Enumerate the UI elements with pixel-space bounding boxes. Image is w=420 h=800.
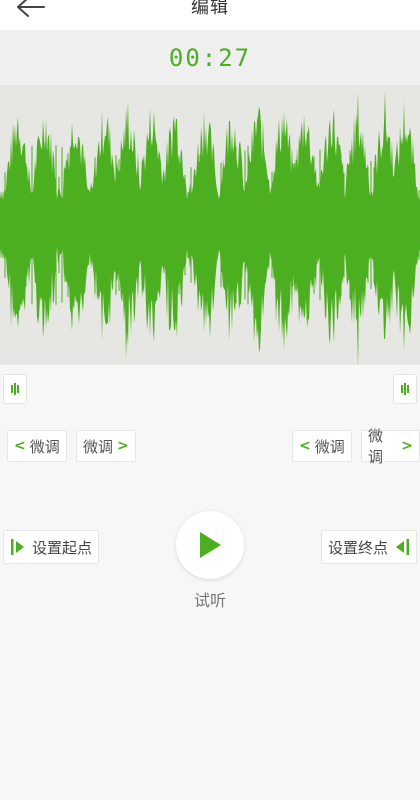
chevron-left-icon: < [14, 438, 26, 454]
start-handle[interactable] [3, 374, 27, 404]
waveform-area[interactable] [0, 85, 420, 365]
chevron-left-icon: < [299, 438, 311, 454]
chevron-right-icon: > [117, 438, 129, 454]
current-time: 00:27 [168, 43, 252, 72]
play-button[interactable] [176, 511, 244, 579]
fine-tune-label: 微调 [29, 437, 60, 456]
play-label: 试听 [193, 591, 226, 610]
fine-tune-start-forward-button[interactable]: 微调 > [76, 430, 136, 462]
bars-icon [11, 383, 19, 395]
set-start-label: 设置起点 [32, 538, 93, 557]
waveform-icon [0, 91, 420, 365]
set-start-icon [11, 539, 24, 555]
set-end-button[interactable]: 设置终点 [320, 530, 417, 564]
fine-tune-end-back-button[interactable]: < 微调 [292, 430, 352, 462]
fine-tune-label: 微调 [314, 437, 345, 456]
set-end-icon [396, 539, 409, 555]
play-icon [200, 532, 221, 558]
fine-tune-start-back-button[interactable]: < 微调 [7, 430, 67, 462]
fine-tune-end-forward-button[interactable]: 微调 > [361, 427, 420, 466]
top-bar: 编辑 [0, 0, 420, 30]
waveform-shape [0, 91, 420, 365]
fine-tune-label: 微调 [83, 437, 114, 456]
page-title: 编辑 [191, 0, 229, 18]
time-display-bar: 00:27 [0, 30, 420, 85]
set-start-button[interactable]: 设置起点 [3, 530, 100, 564]
set-end-label: 设置终点 [327, 538, 388, 557]
bars-icon [401, 383, 409, 395]
chevron-right-icon: > [401, 438, 413, 454]
fine-tune-label: 微调 [368, 427, 384, 466]
end-handle[interactable] [393, 374, 417, 404]
